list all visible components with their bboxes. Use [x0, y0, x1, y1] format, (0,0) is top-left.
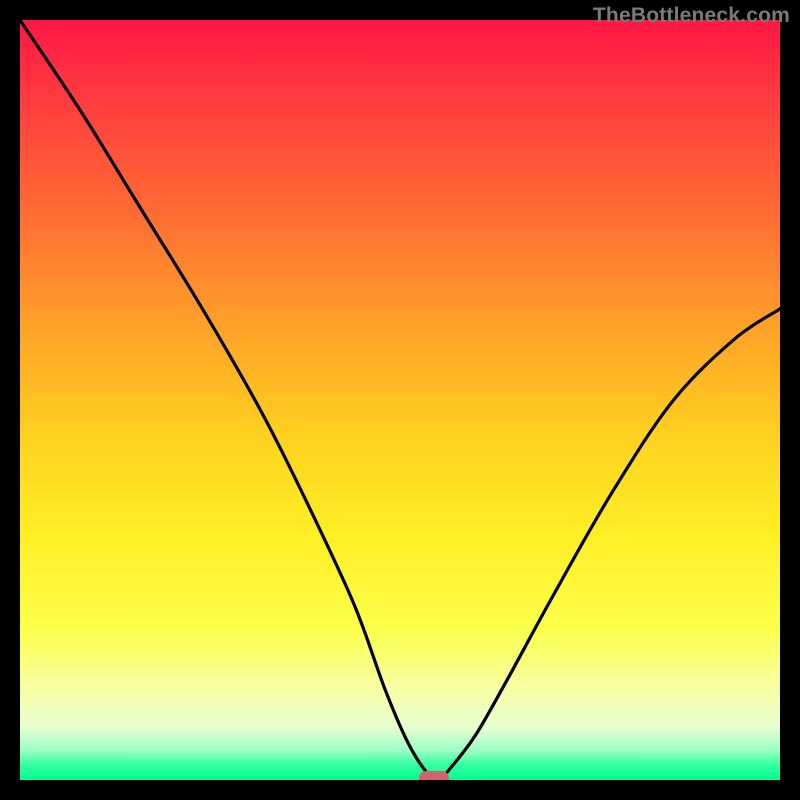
chart-frame: TheBottleneck.com: [0, 0, 800, 800]
watermark-text: TheBottleneck.com: [593, 4, 790, 28]
plot-area: [20, 20, 780, 780]
optimal-marker: [419, 771, 449, 780]
curve-svg: [20, 20, 780, 780]
bottleneck-curve-path: [20, 20, 780, 780]
